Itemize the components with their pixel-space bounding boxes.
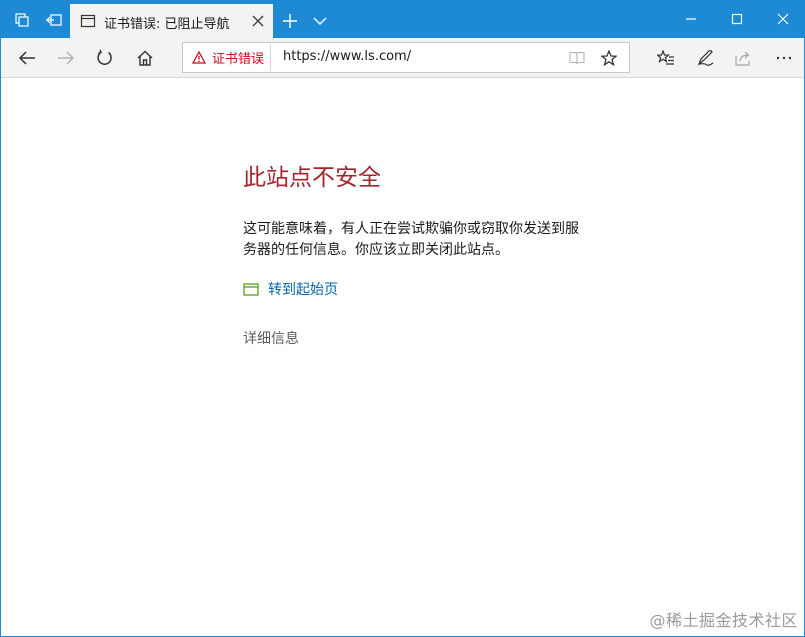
maximize-button[interactable] — [714, 0, 760, 38]
share-icon — [735, 51, 750, 66]
details-link[interactable]: 详细信息 — [243, 328, 299, 348]
favorites-button[interactable] — [648, 40, 684, 76]
home-icon — [137, 50, 153, 66]
tabs-overview-icon — [15, 13, 29, 27]
close-icon — [252, 15, 264, 27]
tab-title: 证书错误: 已阻止导航 — [104, 17, 230, 32]
favorites-list-icon — [657, 50, 674, 65]
forward-button[interactable] — [48, 40, 84, 76]
set-tabs-aside-button[interactable] — [37, 3, 71, 37]
add-notes-button[interactable] — [688, 40, 724, 76]
tabs-aside-icon — [46, 14, 62, 26]
back-button[interactable] — [9, 40, 45, 76]
warning-icon — [192, 51, 206, 64]
close-window-button[interactable] — [760, 0, 804, 38]
home-button[interactable] — [127, 40, 163, 76]
page-content: 此站点不安全 这可能意味着，有人正在尝试欺骗你或窃取你发送到服务器的任何信息。你… — [1, 79, 804, 636]
more-icon — [776, 56, 792, 60]
certificate-error-indicator[interactable]: 证书错误 — [184, 44, 272, 71]
title-bar: 证书错误: 已阻止导航 — [1, 0, 804, 38]
address-bar[interactable]: 证书错误 https://www.ls.com/ — [182, 42, 630, 73]
tab-actions-button[interactable] — [5, 3, 39, 37]
arrow-left-icon — [18, 51, 35, 65]
certificate-error-label: 证书错误 — [212, 52, 265, 67]
tab-close-button[interactable] — [247, 10, 269, 32]
book-icon — [569, 51, 585, 65]
minimize-button[interactable] — [668, 0, 714, 38]
chevron-down-icon — [313, 17, 327, 25]
maximize-icon — [731, 13, 743, 25]
arrow-right-icon — [58, 51, 75, 65]
refresh-button[interactable] — [87, 40, 123, 76]
page-icon — [80, 13, 96, 33]
pen-icon — [697, 50, 714, 66]
tab-active[interactable]: 证书错误: 已阻止导航 — [70, 4, 273, 38]
reading-view-button[interactable] — [565, 46, 589, 70]
share-button[interactable] — [726, 40, 762, 76]
star-icon — [601, 50, 617, 66]
goto-start-page-link[interactable]: 转到起始页 — [243, 279, 338, 299]
url-text[interactable]: https://www.ls.com/ — [283, 49, 411, 64]
watermark: @稀土掘金技术社区 — [649, 611, 798, 630]
goto-start-page-label: 转到起始页 — [268, 282, 338, 298]
warning-description: 这可能意味着，有人正在尝试欺骗你或窃取你发送到服务器的任何信息。你应该立即关闭此… — [243, 221, 579, 258]
more-button[interactable] — [766, 40, 802, 76]
refresh-icon — [97, 49, 112, 65]
start-page-icon — [243, 282, 259, 296]
close-icon — [777, 13, 789, 25]
minimize-icon — [686, 18, 696, 20]
plus-icon — [283, 14, 297, 28]
browser-window: 证书错误: 已阻止导航 证书错误 https://www.ls.com/ 此站点… — [0, 0, 805, 637]
add-favorite-button[interactable] — [597, 46, 621, 70]
navigation-bar: 证书错误 https://www.ls.com/ — [1, 38, 804, 78]
tab-preview-button[interactable] — [307, 6, 333, 36]
page-title: 此站点不安全 — [243, 165, 381, 191]
new-tab-button[interactable] — [277, 6, 303, 36]
